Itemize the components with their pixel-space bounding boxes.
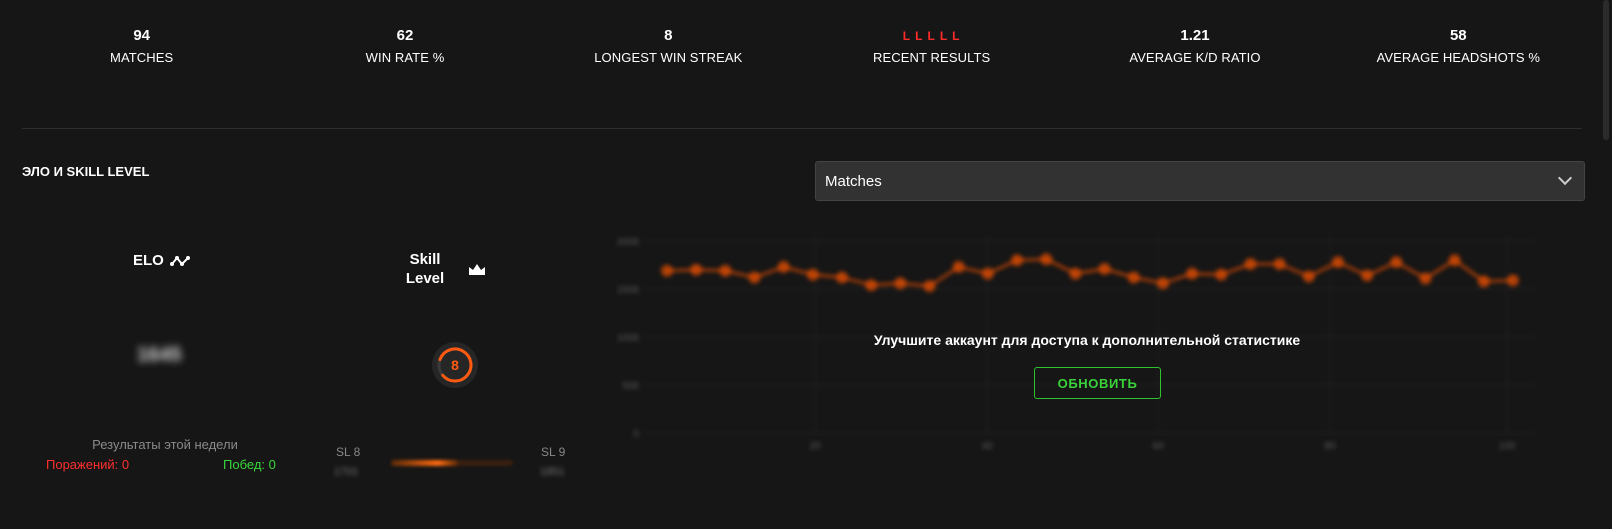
elo-heading: ELO	[133, 252, 192, 269]
elo-value: 1645	[137, 344, 182, 366]
result-loss: L	[915, 29, 924, 43]
wins-count: Побед: 0	[223, 457, 276, 472]
chart-point	[1477, 275, 1490, 288]
chart-y-tick: 1500	[617, 285, 640, 296]
chart-point	[1127, 271, 1140, 284]
sl-next-value: 1851	[540, 466, 565, 478]
chart-y-tick: 500	[622, 381, 639, 392]
chart-point	[748, 271, 761, 284]
stat-win-rate: 62 WIN RATE %	[273, 26, 536, 76]
stat-label: WIN RATE %	[365, 50, 445, 65]
chart-y-tick: 2000	[617, 237, 640, 248]
chart-point	[836, 271, 849, 284]
chart-point	[1331, 256, 1344, 269]
chart-point	[981, 267, 994, 280]
trend-icon	[169, 255, 190, 266]
stats-row: 94 MATCHES 62 WIN RATE % 8 LONGEST WIN S…	[10, 26, 1590, 76]
stat-label: RECENT RESULTS	[873, 50, 991, 65]
stat-value: 8	[664, 27, 673, 44]
skill-level-number: 8	[451, 357, 459, 373]
stat-headshots: 58 AVERAGE HEADSHOTS %	[1327, 26, 1590, 76]
week-results-title: Результаты этой недели	[92, 437, 238, 452]
stat-value: 58	[1449, 27, 1467, 44]
chart-x-tick: 20	[809, 441, 821, 452]
sl-current-value: 1701	[334, 466, 359, 478]
chart-point	[894, 277, 907, 290]
result-loss: L	[952, 29, 961, 43]
stat-label: MATCHES	[110, 50, 174, 65]
chart-point	[1069, 267, 1082, 280]
chart-point	[865, 279, 878, 292]
chart-y-tick: 0	[633, 429, 639, 440]
losses-count: Поражений: 0	[46, 457, 130, 472]
chart-point	[1244, 258, 1257, 271]
scrollbar[interactable]	[1603, 0, 1609, 140]
skill-label-line2: Level	[405, 270, 445, 287]
chart-point	[1448, 254, 1461, 267]
chart-point	[1156, 277, 1169, 290]
chart-point	[1098, 262, 1111, 275]
result-loss: L	[927, 29, 936, 43]
stat-label: AVERAGE K/D RATIO	[1129, 50, 1261, 65]
chart-point	[923, 280, 936, 293]
dropdown-selected-value: Matches	[825, 172, 882, 190]
chart-point	[690, 263, 703, 276]
stat-recent-results: L L L L L RECENT RESULTS	[800, 26, 1063, 76]
stat-label: LONGEST WIN STREAK	[594, 50, 743, 65]
upgrade-button[interactable]: ОБНОВИТЬ	[1034, 367, 1161, 399]
chart-x-tick: 100	[1499, 441, 1516, 452]
divider	[22, 128, 1582, 129]
chart-y-tick: 1000	[617, 333, 640, 344]
skill-progress-fill	[391, 460, 459, 466]
result-loss: L	[939, 29, 949, 43]
chart-point	[661, 264, 673, 277]
chart-point	[1302, 270, 1315, 283]
chart-point	[1419, 272, 1432, 285]
chart-point	[1186, 267, 1199, 280]
stat-value: 62	[396, 27, 414, 44]
chart-point	[1507, 274, 1519, 287]
stat-longest-win-streak: 8 LONGEST WIN STREAK	[537, 26, 800, 76]
elo-label: ELO	[133, 252, 164, 269]
chevron-down-icon	[1557, 170, 1573, 186]
chart-x-tick: 80	[1324, 441, 1336, 452]
result-loss: L	[902, 29, 912, 43]
recent-results-list: L L L L L	[903, 26, 961, 46]
elo-chart: 0 500 1000 1500 2000 20 40 60 80 100	[605, 235, 1565, 475]
chart-point	[777, 260, 790, 273]
chart-x-tick: 40	[981, 441, 993, 452]
chart-point	[1273, 258, 1286, 271]
elo-chart-svg: 0 500 1000 1500 2000 20 40 60 80 100	[617, 235, 1535, 452]
chart-mode-dropdown[interactable]: Matches	[815, 161, 1585, 201]
chart-point	[1011, 254, 1024, 267]
stat-label: AVERAGE HEADSHOTS %	[1376, 50, 1541, 65]
stat-kd-ratio: 1.21 AVERAGE K/D RATIO	[1063, 26, 1326, 76]
stat-value: 1.21	[1180, 27, 1210, 44]
chart-point	[952, 260, 965, 273]
chart-series-line	[666, 257, 1514, 288]
chart-x-tick: 60	[1152, 441, 1164, 452]
chart-point	[1361, 269, 1374, 282]
upgrade-message: Улучшите аккаунт для доступа к дополните…	[873, 332, 1301, 348]
skill-level-heading: Skill Level	[400, 250, 450, 288]
skill-level-ring: 8	[437, 347, 473, 383]
skill-level-badge: 8	[432, 342, 478, 388]
sl-next-label: SL 9	[541, 445, 566, 459]
skill-label-line1: Skill	[409, 251, 441, 268]
stat-value: 94	[133, 27, 150, 44]
chart-point	[806, 268, 819, 281]
section-title: ЭЛО И SKILL LEVEL	[22, 164, 150, 179]
sl-current-label: SL 8	[336, 445, 361, 459]
chart-point	[1215, 268, 1228, 281]
chart-point	[1040, 253, 1053, 266]
chart-point	[719, 264, 732, 277]
chart-point	[1390, 256, 1403, 269]
stat-matches: 94 MATCHES	[10, 26, 273, 76]
crown-icon	[469, 264, 485, 275]
skill-progress-bar	[391, 460, 513, 466]
